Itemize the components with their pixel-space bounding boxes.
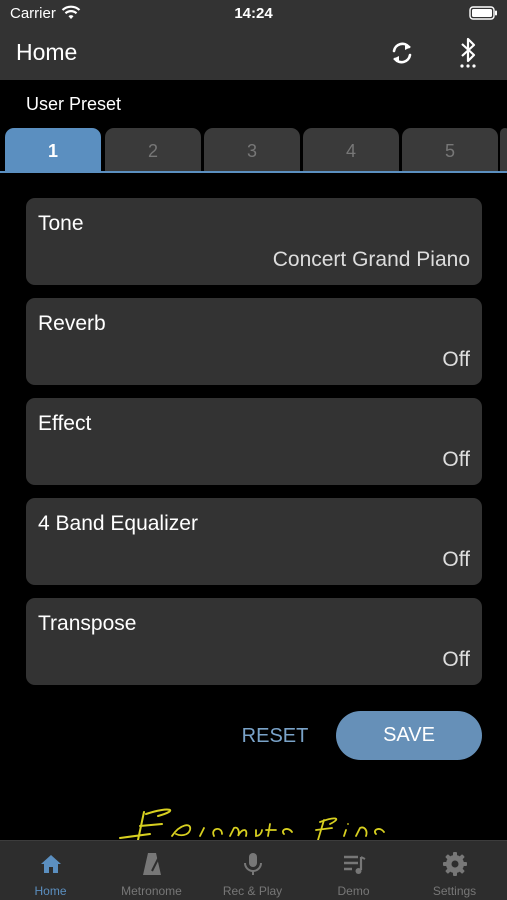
tab-settings-label: Settings bbox=[432, 884, 477, 898]
save-button[interactable]: SAVE bbox=[336, 711, 482, 760]
effect-title: Effect bbox=[38, 412, 92, 435]
reverb-card[interactable]: Reverb Off bbox=[26, 298, 482, 385]
effect-card[interactable]: Effect Off bbox=[26, 398, 482, 485]
tab-home[interactable]: Home bbox=[0, 841, 101, 900]
metronome-icon bbox=[143, 853, 161, 875]
bluetooth-icon[interactable] bbox=[455, 36, 481, 70]
tab-rec-play-label: Rec & Play bbox=[222, 884, 283, 898]
transpose-card[interactable]: Transpose Off bbox=[26, 598, 482, 685]
bottom-tab-bar: Home Metronome Rec & Play Demo Settings bbox=[0, 840, 507, 900]
preset-tabs: 1 2 3 4 5 bbox=[5, 128, 507, 172]
tone-card[interactable]: Tone Concert Grand Piano bbox=[26, 198, 482, 285]
brand-logo bbox=[119, 808, 385, 841]
status-bar: Carrier 14:24 bbox=[0, 0, 507, 28]
transpose-value: Off bbox=[442, 648, 470, 671]
playlist-icon bbox=[344, 855, 366, 874]
tab-metronome-label: Metronome bbox=[121, 884, 182, 898]
tab-metronome[interactable]: Metronome bbox=[101, 841, 202, 900]
reverb-value: Off bbox=[442, 348, 470, 371]
clock: 14:24 bbox=[234, 5, 273, 22]
navigation-bar: Home bbox=[0, 28, 507, 80]
tab-settings[interactable]: Settings bbox=[404, 841, 505, 900]
sync-icon[interactable] bbox=[388, 39, 416, 67]
preset-tab-5[interactable]: 5 bbox=[402, 128, 498, 172]
tab-home-label: Home bbox=[34, 884, 67, 898]
preset-tab-overflow[interactable] bbox=[500, 128, 507, 172]
preset-tab-3[interactable]: 3 bbox=[204, 128, 300, 172]
user-preset-label: User Preset bbox=[26, 94, 122, 114]
transpose-title: Transpose bbox=[38, 612, 137, 635]
tone-title: Tone bbox=[38, 212, 84, 235]
gear-icon bbox=[443, 852, 467, 876]
tab-demo-label: Demo bbox=[337, 884, 370, 898]
tab-rec-play[interactable]: Rec & Play bbox=[202, 841, 303, 900]
tone-value: Concert Grand Piano bbox=[272, 248, 470, 271]
microphone-icon bbox=[244, 853, 262, 875]
reset-button[interactable]: RESET bbox=[230, 712, 320, 760]
preset-tab-4[interactable]: 4 bbox=[303, 128, 399, 172]
equalizer-value: Off bbox=[442, 548, 470, 571]
effect-value: Off bbox=[442, 448, 470, 471]
reverb-title: Reverb bbox=[38, 312, 106, 335]
preset-tab-2[interactable]: 2 bbox=[105, 128, 201, 172]
home-icon bbox=[41, 855, 61, 873]
tab-demo[interactable]: Demo bbox=[303, 841, 404, 900]
battery-icon bbox=[469, 6, 497, 20]
equalizer-card[interactable]: 4 Band Equalizer Off bbox=[26, 498, 482, 585]
tab-underline bbox=[0, 171, 507, 173]
equalizer-title: 4 Band Equalizer bbox=[38, 512, 198, 535]
preset-tab-1[interactable]: 1 bbox=[5, 128, 101, 172]
page-title: Home bbox=[16, 39, 78, 65]
